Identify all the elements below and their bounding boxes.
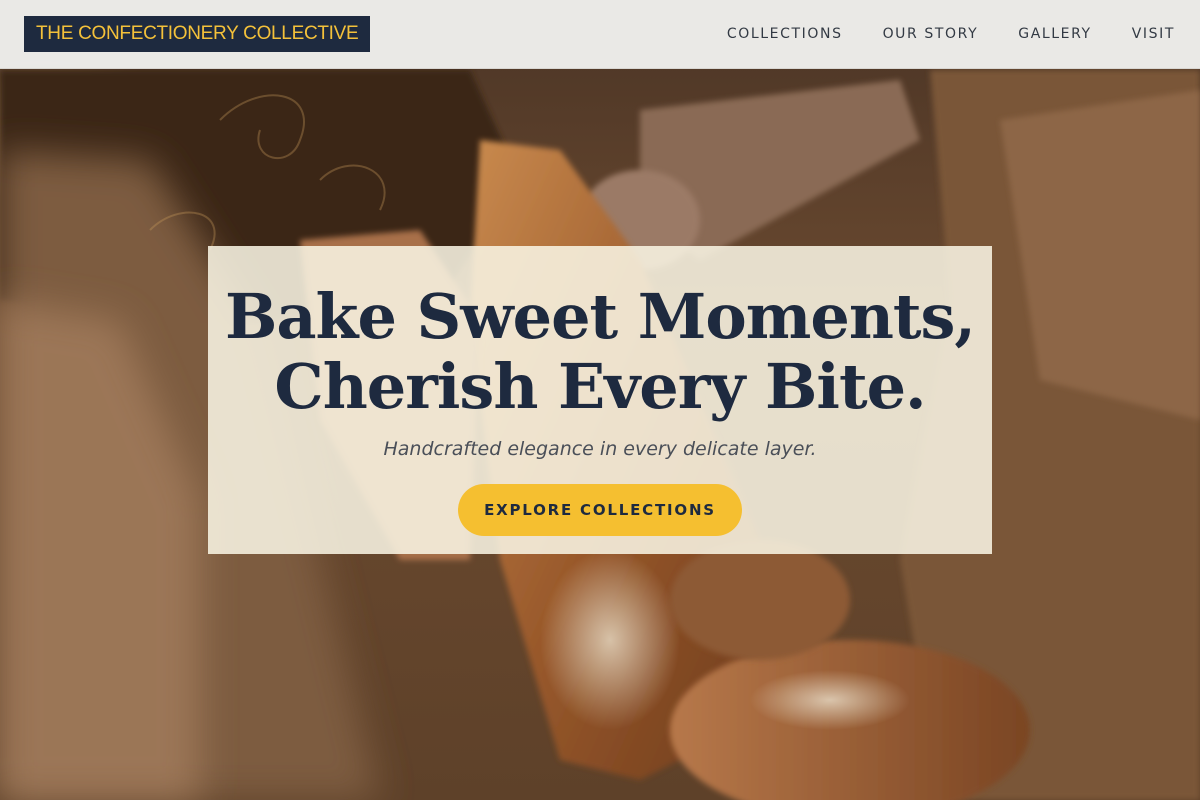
hero-title-line-1: Bake Sweet Moments, — [224, 280, 976, 353]
hero-title: Bake Sweet Moments, Cherish Every Bite. — [208, 282, 992, 422]
nav-link-gallery[interactable]: GALLERY — [1018, 26, 1091, 42]
hero-subtitle: Handcrafted elegance in every delicate l… — [383, 438, 817, 460]
nav-link-collections[interactable]: COLLECTIONS — [727, 26, 843, 42]
nav-link-visit[interactable]: VISIT — [1132, 26, 1175, 42]
main-nav: COLLECTIONS OUR STORY GALLERY VISIT — [727, 0, 1175, 68]
explore-collections-button[interactable]: EXPLORE COLLECTIONS — [458, 484, 742, 536]
brand-logo[interactable]: THE CONFECTIONERY COLLECTIVE — [24, 16, 371, 52]
nav-link-our-story[interactable]: OUR STORY — [883, 26, 979, 42]
hero-card: Bake Sweet Moments, Cherish Every Bite. … — [208, 246, 992, 554]
hero-title-line-2: Cherish Every Bite. — [274, 350, 926, 423]
site-header: THE CONFECTIONERY COLLECTIVE COLLECTIONS… — [0, 0, 1200, 69]
page: THE CONFECTIONERY COLLECTIVE COLLECTIONS… — [0, 0, 1200, 800]
